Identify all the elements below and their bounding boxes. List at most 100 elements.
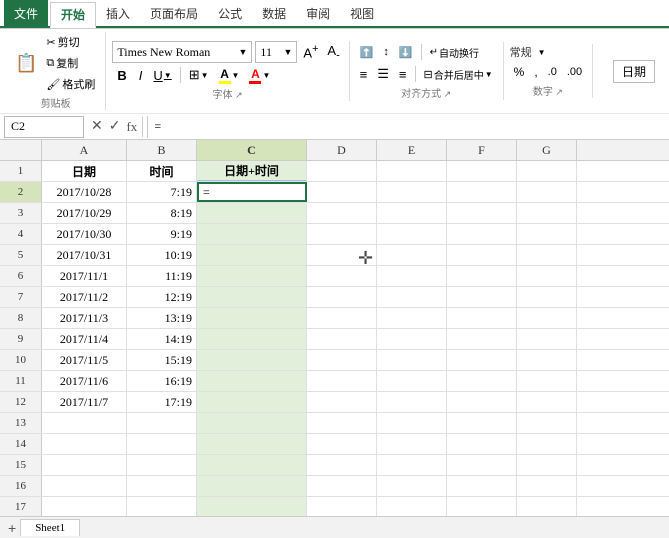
cell-f11[interactable] — [447, 371, 517, 391]
cell-e11[interactable] — [377, 371, 447, 391]
cell-e1[interactable] — [377, 161, 447, 181]
cell-c11[interactable] — [197, 371, 307, 391]
row-header[interactable]: 5 — [0, 245, 42, 265]
name-box[interactable]: C2 — [4, 116, 84, 138]
cell-e9[interactable] — [377, 329, 447, 349]
cell-b1[interactable]: 时间 — [127, 161, 197, 181]
cell-d9[interactable] — [307, 329, 377, 349]
cell-e5[interactable] — [377, 245, 447, 265]
border-button[interactable]: ⊞ ▼ — [185, 65, 213, 85]
percent-button[interactable]: % — [510, 62, 529, 82]
cell-a15[interactable] — [42, 455, 127, 475]
row-header[interactable]: 17 — [0, 497, 42, 517]
cell-c5[interactable] — [197, 245, 307, 265]
cell-c16[interactable] — [197, 476, 307, 496]
col-header-g[interactable]: G — [517, 140, 577, 160]
cell-f9[interactable] — [447, 329, 517, 349]
cell-d17[interactable] — [307, 497, 377, 517]
cell-a17[interactable] — [42, 497, 127, 517]
cell-f12[interactable] — [447, 392, 517, 412]
sheet-tab-sheet1[interactable]: Sheet1 — [20, 519, 80, 536]
cell-f15[interactable] — [447, 455, 517, 475]
cell-e8[interactable] — [377, 308, 447, 328]
cell-c10[interactable] — [197, 350, 307, 370]
cell-c8[interactable] — [197, 308, 307, 328]
cell-b12[interactable]: 17:19 — [127, 392, 197, 412]
cell-f6[interactable] — [447, 266, 517, 286]
cell-b9[interactable]: 14:19 — [127, 329, 197, 349]
cell-g17[interactable] — [517, 497, 577, 517]
cell-b6[interactable]: 11:19 — [127, 266, 197, 286]
align-middle-button[interactable]: ↕ — [379, 42, 393, 62]
cell-a8[interactable]: 2017/11/3 — [42, 308, 127, 328]
cell-a3[interactable]: 2017/10/29 — [42, 203, 127, 223]
cell-d12[interactable] — [307, 392, 377, 412]
increase-font-size-button[interactable]: A+ — [300, 41, 321, 63]
add-sheet-button[interactable]: + — [4, 520, 20, 536]
cell-d15[interactable] — [307, 455, 377, 475]
row-header[interactable]: 15 — [0, 455, 42, 475]
col-header-c[interactable]: C — [197, 140, 307, 160]
cell-e13[interactable] — [377, 413, 447, 433]
cell-d8[interactable] — [307, 308, 377, 328]
cell-a5[interactable]: 2017/10/31 — [42, 245, 127, 265]
cell-c4[interactable] — [197, 224, 307, 244]
wrap-text-button[interactable]: ↵ 自动换行 — [426, 42, 483, 62]
cell-e6[interactable] — [377, 266, 447, 286]
cell-c3[interactable] — [197, 203, 307, 223]
cell-d13[interactable] — [307, 413, 377, 433]
cell-a9[interactable]: 2017/11/4 — [42, 329, 127, 349]
paste-button[interactable]: 📋 — [12, 50, 40, 77]
row-header[interactable]: 2 — [0, 182, 42, 202]
cell-c6[interactable] — [197, 266, 307, 286]
row-header[interactable]: 8 — [0, 308, 42, 328]
cell-b2[interactable]: 7:19 — [127, 182, 197, 202]
cell-e7[interactable] — [377, 287, 447, 307]
row-header[interactable]: 12 — [0, 392, 42, 412]
tab-home[interactable]: 开始 — [50, 2, 96, 28]
cell-g4[interactable] — [517, 224, 577, 244]
cell-a4[interactable]: 2017/10/30 — [42, 224, 127, 244]
cell-a13[interactable] — [42, 413, 127, 433]
cell-f16[interactable] — [447, 476, 517, 496]
col-header-b[interactable]: B — [127, 140, 197, 160]
cell-g14[interactable] — [517, 434, 577, 454]
cell-f14[interactable] — [447, 434, 517, 454]
cell-b11[interactable]: 16:19 — [127, 371, 197, 391]
cell-g13[interactable] — [517, 413, 577, 433]
col-header-a[interactable]: A — [42, 140, 127, 160]
cell-b7[interactable]: 12:19 — [127, 287, 197, 307]
cell-a6[interactable]: 2017/11/1 — [42, 266, 127, 286]
cell-c9[interactable] — [197, 329, 307, 349]
tab-formula[interactable]: 公式 — [208, 0, 252, 26]
cell-e12[interactable] — [377, 392, 447, 412]
align-right-button[interactable]: ≡ — [395, 64, 411, 84]
cell-f3[interactable] — [447, 203, 517, 223]
cell-d11[interactable] — [307, 371, 377, 391]
font-color-button[interactable]: A ▼ — [245, 65, 274, 85]
cell-e3[interactable] — [377, 203, 447, 223]
align-top-button[interactable]: ⬆️ — [356, 42, 378, 62]
cell-a7[interactable]: 2017/11/2 — [42, 287, 127, 307]
cell-a11[interactable]: 2017/11/6 — [42, 371, 127, 391]
cell-g12[interactable] — [517, 392, 577, 412]
cell-f1[interactable] — [447, 161, 517, 181]
cell-g10[interactable] — [517, 350, 577, 370]
tab-page-layout[interactable]: 页面布局 — [140, 0, 208, 26]
cell-d5[interactable] — [307, 245, 377, 265]
cell-e14[interactable] — [377, 434, 447, 454]
underline-button[interactable]: U ▼ — [149, 65, 175, 85]
cell-d1[interactable] — [307, 161, 377, 181]
cell-e10[interactable] — [377, 350, 447, 370]
align-bottom-button[interactable]: ⬇️ — [395, 42, 417, 62]
cell-g9[interactable] — [517, 329, 577, 349]
tab-data[interactable]: 数据 — [252, 0, 296, 26]
decrease-decimal-button[interactable]: .00 — [563, 62, 586, 82]
row-header[interactable]: 4 — [0, 224, 42, 244]
cell-f2[interactable] — [447, 182, 517, 202]
cell-g8[interactable] — [517, 308, 577, 328]
cell-f10[interactable] — [447, 350, 517, 370]
cell-f8[interactable] — [447, 308, 517, 328]
row-header[interactable]: 6 — [0, 266, 42, 286]
decrease-font-size-button[interactable]: A- — [324, 41, 342, 63]
